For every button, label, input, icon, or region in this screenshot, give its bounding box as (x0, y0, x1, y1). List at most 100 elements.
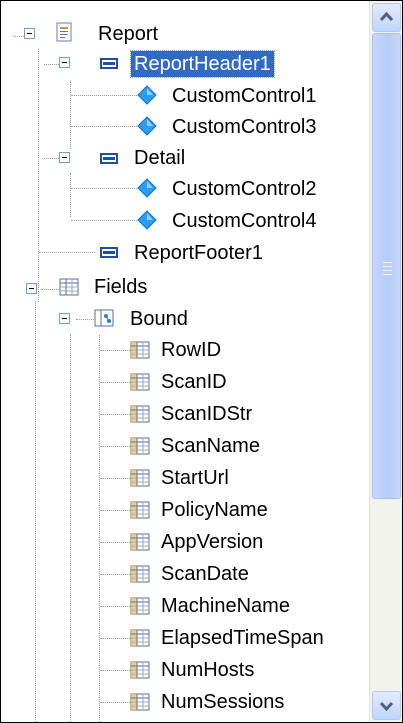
field-icon (130, 597, 150, 615)
tree-node-label: CustomControl2 (172, 178, 317, 200)
tree-line (71, 188, 137, 190)
tree-node-detail[interactable]: Detail (131, 143, 188, 173)
scroll-up-button[interactable] (372, 3, 401, 32)
tree-node-custom-control-1[interactable]: CustomControl1 (169, 81, 320, 111)
tree-line (44, 158, 59, 160)
tree-node-label: CustomControl1 (172, 85, 317, 107)
tree-node-report-footer[interactable]: ReportFooter1 (131, 238, 266, 268)
tree-node-fields[interactable]: Fields (91, 272, 150, 302)
tree-node-bound[interactable]: Bound (127, 304, 191, 334)
tree-line (71, 126, 137, 128)
section-icon (100, 153, 118, 164)
tree-line (70, 334, 72, 722)
tree-node-field[interactable]: ScanIDStr (158, 399, 255, 429)
field-icon (130, 373, 150, 391)
tree-node-field[interactable]: RowID (158, 335, 224, 365)
tree-node-label: ReportFooter1 (134, 242, 263, 264)
custom-control-icon (137, 116, 157, 136)
tree-node-label: StartUrl (161, 467, 229, 489)
tree-node-label: ScanID (161, 371, 227, 393)
custom-control-icon (137, 178, 157, 198)
field-icon (130, 501, 150, 519)
field-icon (130, 469, 150, 487)
tree-node-label: PolicyName (161, 499, 268, 521)
tree-line (100, 446, 130, 448)
tree-line (76, 319, 94, 321)
tree-node-report[interactable]: Report (95, 19, 161, 49)
bound-fields-icon (94, 309, 114, 327)
tree-node-report-header[interactable]: ReportHeader1 (130, 49, 275, 79)
tree-node-field[interactable]: ElapsedTimeSpan (158, 623, 327, 653)
tree-node-label: ScanName (161, 435, 260, 457)
tree-node-label: ScanDate (161, 563, 249, 585)
tree-node-label: NumHosts (161, 659, 255, 681)
tree-view[interactable]: Report ReportHeader1 CustomControl1 Cust… (1, 1, 369, 722)
tree-node-field[interactable]: ScanName (158, 431, 263, 461)
tree-line (71, 220, 137, 222)
tree-node-label: CustomControl4 (172, 210, 317, 232)
tree-node-field[interactable]: ScanID (158, 367, 230, 397)
tree-node-label: Report (98, 23, 159, 45)
tree-node-field[interactable]: MachineName (158, 591, 293, 621)
grip-line (383, 266, 392, 267)
tree-line (100, 606, 130, 608)
collapse-fields-toggle[interactable] (26, 283, 37, 294)
tree-node-field[interactable]: AppVersion (158, 527, 266, 557)
tree-node-custom-control-2[interactable]: CustomControl2 (169, 174, 320, 204)
field-icon (130, 629, 150, 647)
tree-node-label: RowID (161, 339, 222, 361)
chevron-down-icon (379, 701, 394, 712)
tree-node-label: MachineName (161, 595, 290, 617)
scroll-thumb[interactable] (372, 33, 401, 499)
tree-line (41, 289, 59, 291)
tree-line (100, 350, 130, 352)
section-icon (100, 247, 118, 258)
tree-node-field[interactable]: NumSessions (158, 687, 287, 717)
custom-control-icon (137, 210, 157, 230)
tree-line (38, 49, 40, 302)
field-icon (130, 437, 150, 455)
collapse-detail-toggle[interactable] (59, 152, 70, 163)
vertical-scrollbar[interactable] (369, 1, 402, 722)
tree-line (100, 510, 130, 512)
field-icon (130, 533, 150, 551)
tree-line (100, 382, 130, 384)
tree-line (35, 301, 37, 722)
tree-node-field[interactable]: PolicyName (158, 495, 271, 525)
field-icon (130, 405, 150, 423)
tree-line (100, 702, 130, 704)
tree-line (100, 542, 130, 544)
tree-line (99, 335, 101, 722)
tree-line (39, 252, 95, 254)
chevron-up-icon (379, 11, 394, 22)
section-icon (100, 58, 118, 69)
collapse-report-toggle[interactable] (24, 28, 35, 39)
tree-node-field[interactable]: ScanDate (158, 559, 252, 589)
tree-node-field[interactable]: StartUrl (158, 463, 232, 493)
tree-node-field[interactable]: NumHosts (158, 655, 257, 685)
tree-node-label: Detail (134, 147, 186, 169)
tree-line (70, 173, 72, 217)
tree-node-label: Bound (130, 308, 188, 330)
tree-line (71, 95, 137, 97)
report-icon (56, 22, 72, 42)
fields-icon (59, 278, 79, 296)
scroll-down-button[interactable] (372, 691, 401, 720)
tree-node-label: NumSessions (161, 691, 285, 713)
tree-node-label: ReportHeader1 (130, 50, 275, 78)
collapse-report-header-toggle[interactable] (59, 57, 70, 68)
tree-line (44, 64, 59, 66)
field-icon (130, 565, 150, 583)
tree-line (100, 478, 130, 480)
field-icon (130, 661, 150, 679)
report-explorer-tree: Report ReportHeader1 CustomControl1 Cust… (0, 0, 403, 723)
tree-node-label: CustomControl3 (172, 116, 317, 138)
tree-line (100, 638, 130, 640)
tree-line (100, 414, 130, 416)
grip-line (383, 270, 392, 271)
tree-node-custom-control-4[interactable]: CustomControl4 (169, 206, 320, 236)
collapse-bound-toggle[interactable] (59, 313, 70, 324)
tree-node-custom-control-3[interactable]: CustomControl3 (169, 112, 320, 142)
tree-line (100, 574, 130, 576)
grip-line (383, 262, 392, 263)
